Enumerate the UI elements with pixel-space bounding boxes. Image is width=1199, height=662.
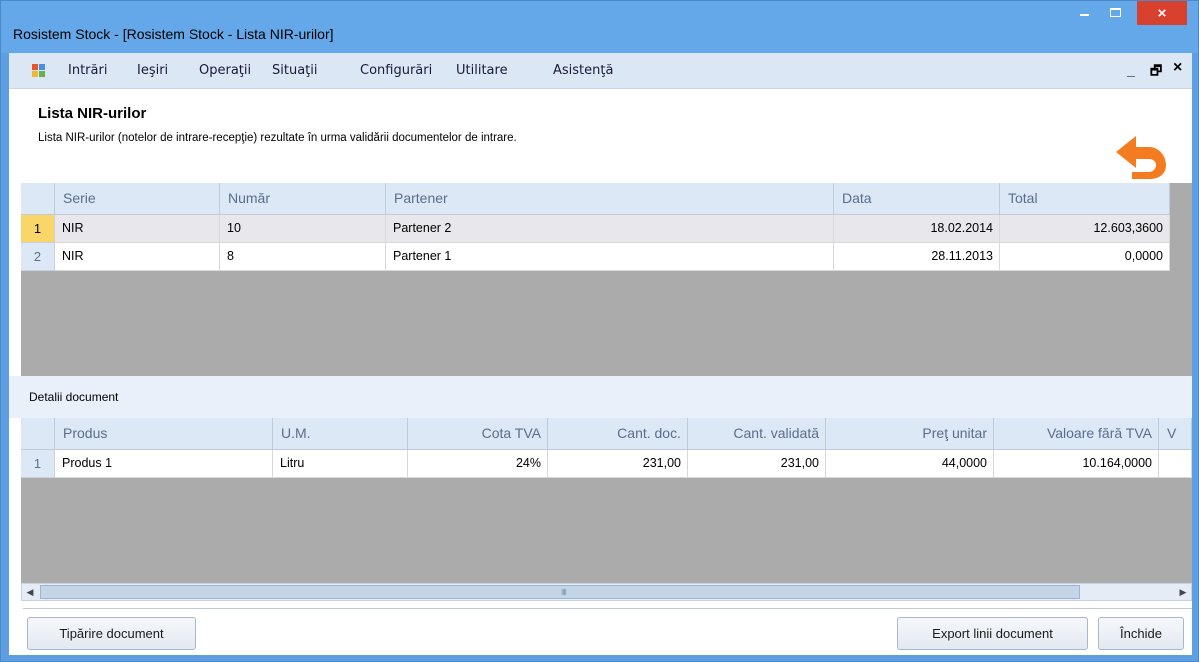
cell-numar[interactable]: 8 bbox=[220, 243, 386, 271]
scrollbar-grip: IIII bbox=[561, 588, 567, 597]
cell-um[interactable]: Litru bbox=[273, 450, 408, 478]
cell-cant-validata[interactable]: 231,00 bbox=[688, 450, 826, 478]
print-document-button[interactable]: Tipărire document bbox=[27, 617, 196, 650]
cell-total[interactable]: 0,0000 bbox=[1000, 243, 1170, 271]
details-grid-header: Produs U.M. Cota TVA Cant. doc. Cant. va… bbox=[21, 418, 1192, 450]
client-area: Intrări Ieşiri Operaţii Situaţii Configu… bbox=[9, 53, 1192, 655]
column-header-data[interactable]: Data bbox=[834, 183, 1000, 215]
cell-valoare-fara-tva[interactable]: 10.164,0000 bbox=[994, 450, 1159, 478]
export-lines-button[interactable]: Export linii document bbox=[897, 617, 1088, 650]
menu-bar: Intrări Ieşiri Operaţii Situaţii Configu… bbox=[9, 53, 1192, 89]
close-window-button[interactable]: × bbox=[1137, 1, 1187, 25]
table-row[interactable]: 1 Produs 1 Litru 24% 231,00 231,00 44,00… bbox=[21, 450, 1192, 478]
menu-operatii[interactable]: Operaţii bbox=[199, 63, 251, 78]
cell-serie[interactable]: NIR bbox=[55, 215, 220, 243]
scroll-left-icon[interactable]: ◀ bbox=[22, 584, 38, 600]
cell-total[interactable]: 12.603,3600 bbox=[1000, 215, 1170, 243]
column-header-cota-tva[interactable]: Cota TVA bbox=[408, 418, 548, 450]
mdi-restore-icon[interactable]: 🗗 bbox=[1150, 62, 1162, 84]
undo-arrow-icon[interactable] bbox=[1112, 132, 1172, 180]
horizontal-scrollbar[interactable]: ◀ IIII ▶ bbox=[21, 583, 1192, 601]
cell-partener[interactable]: Partener 1 bbox=[386, 243, 834, 271]
column-header-total[interactable]: Total bbox=[1000, 183, 1170, 215]
row-header-corner bbox=[21, 183, 55, 215]
footer-divider bbox=[23, 608, 1192, 609]
row-header-corner bbox=[21, 418, 55, 450]
details-grid: Produs U.M. Cota TVA Cant. doc. Cant. va… bbox=[21, 418, 1192, 583]
maximize-icon bbox=[1109, 7, 1121, 17]
details-section-label: Detalii document bbox=[9, 376, 1192, 418]
mdi-minimize-icon[interactable]: _ bbox=[1127, 62, 1135, 78]
row-header[interactable]: 2 bbox=[21, 243, 55, 271]
mdi-close-icon[interactable]: × bbox=[1173, 59, 1182, 77]
column-header-partener[interactable]: Partener bbox=[386, 183, 834, 215]
nir-grid-header: Serie Număr Partener Data Total bbox=[21, 183, 1170, 215]
minimize-button[interactable] bbox=[1072, 1, 1096, 23]
page-description: Lista NIR-urilor (notelor de intrare-rec… bbox=[38, 132, 517, 144]
cell-v[interactable] bbox=[1159, 450, 1192, 478]
menu-situatii[interactable]: Situaţii bbox=[272, 63, 318, 78]
menu-utilitare[interactable]: Utilitare bbox=[456, 63, 508, 78]
column-header-um[interactable]: U.M. bbox=[273, 418, 408, 450]
cell-data[interactable]: 18.02.2014 bbox=[834, 215, 1000, 243]
column-header-cant-validata[interactable]: Cant. validată bbox=[688, 418, 826, 450]
table-row[interactable]: 2 NIR 8 Partener 1 28.11.2013 0,0000 bbox=[21, 243, 1170, 271]
page-header: Lista NIR-urilor Lista NIR-urilor (notel… bbox=[9, 90, 1192, 183]
menu-intrari[interactable]: Intrări bbox=[68, 63, 107, 78]
cell-data[interactable]: 28.11.2013 bbox=[834, 243, 1000, 271]
app-icon[interactable] bbox=[32, 64, 46, 78]
cell-produs[interactable]: Produs 1 bbox=[55, 450, 273, 478]
cell-serie[interactable]: NIR bbox=[55, 243, 220, 271]
column-header-pret-unitar[interactable]: Preţ unitar bbox=[826, 418, 994, 450]
details-title: Detalii document bbox=[29, 390, 119, 404]
cell-partener[interactable]: Partener 2 bbox=[386, 215, 834, 243]
nir-grid: Serie Număr Partener Data Total 1 NIR 10… bbox=[21, 183, 1192, 376]
cell-cota-tva[interactable]: 24% bbox=[408, 450, 548, 478]
row-header[interactable]: 1 bbox=[21, 215, 55, 243]
menu-configurari[interactable]: Configurări bbox=[360, 63, 432, 78]
cell-pret-unitar[interactable]: 44,0000 bbox=[826, 450, 994, 478]
column-header-serie[interactable]: Serie bbox=[55, 183, 220, 215]
maximize-button[interactable] bbox=[1102, 1, 1128, 23]
page-title: Lista NIR-urilor bbox=[38, 105, 147, 122]
close-button[interactable]: Închide bbox=[1098, 617, 1184, 650]
cell-numar[interactable]: 10 bbox=[220, 215, 386, 243]
scrollbar-thumb[interactable]: IIII bbox=[40, 585, 1080, 599]
window-title: Rosistem Stock - [Rosistem Stock - Lista… bbox=[13, 26, 334, 42]
scroll-right-icon[interactable]: ▶ bbox=[1175, 584, 1191, 600]
menu-asistenta[interactable]: Asistenţă bbox=[553, 63, 613, 78]
app-window: Rosistem Stock - [Rosistem Stock - Lista… bbox=[0, 0, 1199, 662]
column-header-valoare-fara-tva[interactable]: Valoare fără TVA bbox=[994, 418, 1159, 450]
cell-cant-doc[interactable]: 231,00 bbox=[548, 450, 688, 478]
table-row[interactable]: 1 NIR 10 Partener 2 18.02.2014 12.603,36… bbox=[21, 215, 1170, 243]
column-header-cant-doc[interactable]: Cant. doc. bbox=[548, 418, 688, 450]
row-header[interactable]: 1 bbox=[21, 450, 55, 478]
column-header-numar[interactable]: Număr bbox=[220, 183, 386, 215]
column-header-produs[interactable]: Produs bbox=[55, 418, 273, 450]
title-bar[interactable]: Rosistem Stock - [Rosistem Stock - Lista… bbox=[1, 1, 1198, 53]
menu-iesiri[interactable]: Ieşiri bbox=[137, 63, 168, 78]
close-icon: × bbox=[1157, 4, 1167, 22]
minimize-icon bbox=[1079, 14, 1089, 16]
column-header-v[interactable]: V bbox=[1159, 418, 1192, 450]
